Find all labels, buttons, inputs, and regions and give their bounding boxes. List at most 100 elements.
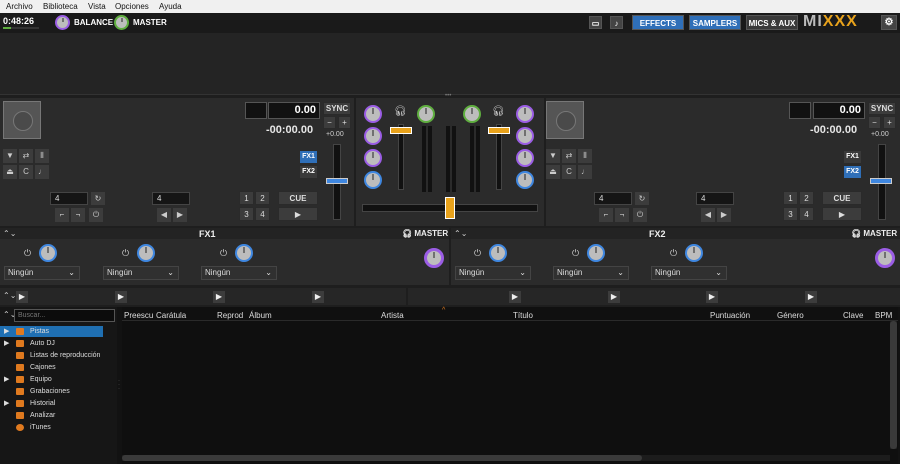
ch1-volume-handle[interactable] <box>390 127 412 134</box>
ch2-headphone-icon[interactable]: 🎧︎ <box>492 106 505 117</box>
crossfader-handle[interactable] <box>445 197 455 219</box>
deck1-eject-icon[interactable]: ▼ <box>3 149 17 163</box>
fx2-slot1-power-icon[interactable]: ⏻ <box>474 248 481 259</box>
deck2-load-icon[interactable]: ⏏ <box>546 165 560 179</box>
library-splitter[interactable]: · · · <box>118 378 121 393</box>
expand-arrow-icon[interactable]: ▶ <box>4 398 9 409</box>
expand-arrow-icon[interactable]: ▶ <box>4 374 9 385</box>
sidebar-item-autodj[interactable]: ▶ Auto DJ <box>0 338 103 349</box>
ch1-gain-knob[interactable] <box>364 105 382 123</box>
expand-arrow-icon[interactable]: ▶ <box>4 326 9 337</box>
deck2-pitch-handle[interactable] <box>870 178 892 184</box>
deck2-rate-down[interactable]: − <box>868 116 881 129</box>
horizontal-scrollbar[interactable] <box>122 455 890 461</box>
deck1-rate-up[interactable]: + <box>338 116 351 129</box>
sidebar-item-computer[interactable]: ▶ Equipo <box>0 374 103 385</box>
deck2-keylock-icon[interactable]: ♩ <box>578 165 592 179</box>
column-album[interactable]: Álbum <box>249 311 272 320</box>
vertical-scrollbar[interactable] <box>890 321 897 449</box>
sidebar-item-itunes[interactable]: iTunes <box>0 422 103 433</box>
mic-icon[interactable]: ▭ <box>589 16 602 29</box>
sidebar-item-crates[interactable]: Cajones <box>0 362 103 373</box>
deck2-beatjump-size[interactable]: 4 <box>696 192 734 205</box>
column-artist[interactable]: Artista <box>381 311 404 320</box>
deck2-reloop-icon[interactable]: ⏻ <box>633 208 647 222</box>
deck1-jump-back-icon[interactable]: ◀ <box>157 208 171 222</box>
deck1-hotcue-4[interactable]: 4 <box>255 207 270 221</box>
deck2-jump-fwd-icon[interactable]: ▶ <box>717 208 731 222</box>
sampler1-play-icon[interactable]: ▶ <box>16 291 28 303</box>
deck2-play-icon[interactable]: ▶ <box>822 207 862 221</box>
sampler8-play-icon[interactable]: ▶ <box>805 291 817 303</box>
deck2-cue-button[interactable]: CUE <box>822 191 862 205</box>
deck1-loop-icon[interactable]: ↻ <box>91 192 105 205</box>
deck2-repeat-icon[interactable]: ⇄ <box>562 149 576 163</box>
deck1-fx2-button[interactable]: FX2 <box>300 166 317 178</box>
deck1-beatgrid-icon[interactable]: ⦀ <box>35 149 49 163</box>
column-rating[interactable]: Puntuación <box>710 311 750 320</box>
deck2-beatloop-size[interactable]: 4 <box>594 192 632 205</box>
sidebar-item-pistas[interactable]: ▶ Pistas <box>0 326 103 337</box>
ch1-headphone-icon[interactable]: 🎧︎ <box>394 106 407 117</box>
deck2-fx2-button[interactable]: FX2 <box>844 166 861 178</box>
sampler3-play-icon[interactable]: ▶ <box>213 291 225 303</box>
fx1-slot2-select[interactable]: Ningún ⌄ <box>103 266 179 280</box>
deck1-load-icon[interactable]: ⏏ <box>3 165 17 179</box>
deck1-pitch-handle[interactable] <box>326 178 348 184</box>
fx1-slot1-meta-knob[interactable] <box>39 244 57 262</box>
column-preview[interactable]: Preescu <box>124 311 153 320</box>
ch2-eq-high-knob[interactable] <box>516 127 534 145</box>
column-cover[interactable]: Carátula <box>156 311 186 320</box>
master-gain-knob[interactable] <box>114 15 129 30</box>
deck2-rate-up[interactable]: + <box>883 116 896 129</box>
deck1-hotcue-3[interactable]: 3 <box>239 207 254 221</box>
samplers-button[interactable]: SAMPLERS <box>689 15 741 30</box>
mics-aux-button[interactable]: MICS & AUX <box>746 15 798 30</box>
menu-ayuda[interactable]: Ayuda <box>159 2 182 11</box>
sidebar-item-playlists[interactable]: Listas de reproducción <box>0 350 103 361</box>
deck1-reloop-icon[interactable]: ⏻ <box>89 208 103 222</box>
sampler5-play-icon[interactable]: ▶ <box>509 291 521 303</box>
column-bpm[interactable]: BPM <box>875 311 892 320</box>
deck1-jump-fwd-icon[interactable]: ▶ <box>173 208 187 222</box>
ch1-eq-low-knob[interactable] <box>364 171 382 189</box>
fx1-slot3-select[interactable]: Ningún ⌄ <box>201 266 277 280</box>
menu-opciones[interactable]: Opciones <box>115 2 149 11</box>
deck2-beatgrid-icon[interactable]: ⦀ <box>578 149 592 163</box>
fx1-slot1-select[interactable]: Ningún ⌄ <box>4 266 80 280</box>
sampler4-play-icon[interactable]: ▶ <box>312 291 324 303</box>
effects-button[interactable]: EFFECTS <box>632 15 684 30</box>
ch2-eq-mid-knob[interactable] <box>516 149 534 167</box>
fx2-slot1-meta-knob[interactable] <box>489 244 507 262</box>
ch1-filter-knob[interactable] <box>417 105 435 123</box>
sidebar-item-recordings[interactable]: Grabaciones <box>0 386 103 397</box>
fx2-slot2-select[interactable]: Ningún ⌄ <box>553 266 629 280</box>
menu-archivo[interactable]: Archivo <box>6 2 33 11</box>
ch1-eq-mid-knob[interactable] <box>364 149 382 167</box>
deck2-hotcue-3[interactable]: 3 <box>783 207 798 221</box>
fx1-slot2-power-icon[interactable]: ⏻ <box>122 248 129 259</box>
fx1-slot3-meta-knob[interactable] <box>235 244 253 262</box>
expand-arrow-icon[interactable]: ▶ <box>4 338 9 349</box>
vinyl-control-icon[interactable]: ♪ <box>610 16 623 29</box>
deck2-eject-icon[interactable]: ▼ <box>546 149 560 163</box>
deck1-fx1-button[interactable]: FX1 <box>300 151 317 163</box>
fx2-slot2-meta-knob[interactable] <box>587 244 605 262</box>
fx2-slot3-meta-knob[interactable] <box>685 244 703 262</box>
settings-gear-icon[interactable]: ⚙ <box>881 15 897 30</box>
sampler6-play-icon[interactable]: ▶ <box>608 291 620 303</box>
column-genre[interactable]: Género <box>777 311 804 320</box>
deck1-hotcue-1[interactable]: 1 <box>239 191 254 205</box>
sidebar-item-analyze[interactable]: Analizar <box>0 410 103 421</box>
deck2-loop-in-icon[interactable]: ⌐ <box>599 208 613 222</box>
deck1-rate-down[interactable]: − <box>323 116 336 129</box>
deck2-loop-icon[interactable]: ↻ <box>635 192 649 205</box>
fx1-collapse-icon[interactable]: ⌃⌄ <box>3 229 16 238</box>
fx1-slot2-meta-knob[interactable] <box>137 244 155 262</box>
fx1-slot1-power-icon[interactable]: ⏻ <box>24 248 31 259</box>
menu-vista[interactable]: Vista <box>88 2 106 11</box>
deck2-loop-out-icon[interactable]: ¬ <box>615 208 629 222</box>
deck1-hotcue-2[interactable]: 2 <box>255 191 270 205</box>
deck1-sync-button[interactable]: SYNC <box>323 102 351 115</box>
deck2-jump-back-icon[interactable]: ◀ <box>701 208 715 222</box>
